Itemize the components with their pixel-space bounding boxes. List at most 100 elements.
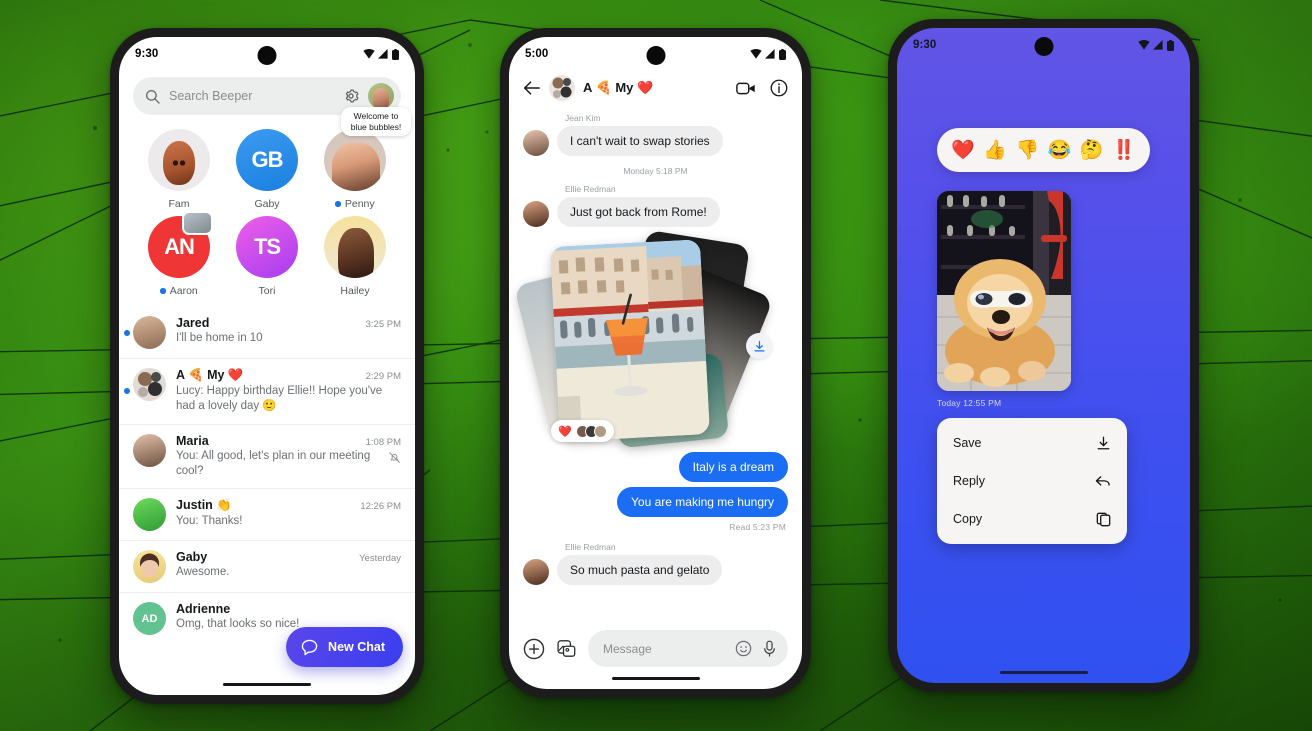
avatar: [133, 368, 166, 401]
wifi-icon: [750, 49, 762, 59]
pinned-chat-tori[interactable]: TS Tori: [223, 216, 311, 297]
pinned-label-text: Hailey: [340, 285, 370, 297]
pinned-chat-aaron[interactable]: AN Aaron: [135, 211, 223, 297]
reaction-thumbs-up[interactable]: 👍: [983, 141, 1007, 160]
avatar: [133, 550, 166, 584]
message-bubble-outgoing[interactable]: You are making me hungry: [617, 487, 788, 517]
list-item[interactable]: Justin 👏 12:26 PM You: Thanks!: [119, 488, 415, 540]
status-time: 9:30: [913, 39, 937, 51]
copy-icon: [1096, 512, 1111, 526]
pinned-label-text: Gaby: [254, 198, 280, 210]
back-arrow-icon[interactable]: [523, 80, 541, 96]
group-avatar[interactable]: [549, 75, 575, 101]
photo-attachment-group[interactable]: ❤️: [513, 229, 788, 449]
gear-icon[interactable]: [343, 88, 359, 104]
list-item[interactable]: A 🍕 My ❤️ 2:29 PM Lucy: Happy birthday E…: [119, 358, 415, 424]
middle-screen: 5:00 A 🍕 My ❤️ Jean Kim I can't wait to …: [509, 37, 802, 689]
message-bubble-incoming[interactable]: Just got back from Rome!: [557, 197, 720, 227]
list-item[interactable]: Gaby Yesterday Awesome.: [119, 540, 415, 592]
pinned-chat-gaby[interactable]: GB Gaby: [223, 129, 311, 210]
avatar: [148, 129, 210, 191]
chat-name: Maria: [176, 433, 209, 448]
cellular-signal-icon: [378, 49, 388, 59]
download-button[interactable]: [746, 333, 772, 359]
chat-name: Justin 👏: [176, 498, 232, 513]
avatar: TS: [236, 216, 298, 278]
message-placeholder[interactable]: Message: [603, 642, 725, 656]
group-avatar-icon: [552, 77, 572, 98]
pinned-label-text: Fam: [168, 198, 190, 210]
chat-time: 12:26 PM: [360, 501, 401, 513]
pinned-label: Tori: [259, 285, 276, 297]
avatar: [523, 201, 549, 227]
message-input[interactable]: Message: [588, 630, 788, 667]
camera-punch-hole: [646, 46, 665, 65]
avatar: [133, 433, 166, 467]
list-item-header: Maria 1:08 PM: [176, 434, 401, 448]
menu-item-label: Save: [953, 436, 982, 450]
message-bubble-incoming[interactable]: So much pasta and gelato: [557, 555, 723, 585]
list-item-header: Jared 3:25 PM: [176, 316, 401, 330]
battery-icon: [779, 48, 786, 60]
context-menu: Save Reply Copy: [937, 418, 1127, 544]
reaction-heart[interactable]: ❤️: [951, 141, 975, 160]
chat-name: Adrienne: [176, 602, 231, 617]
video-camera-icon[interactable]: [736, 81, 756, 96]
day-separator: Monday 5:18 PM: [623, 166, 688, 176]
menu-item-label: Copy: [953, 512, 983, 526]
avatar: [523, 559, 549, 585]
reaction-laughing[interactable]: 😂: [1048, 141, 1072, 160]
menu-item-save[interactable]: Save: [937, 424, 1127, 462]
home-indicator: [223, 682, 311, 686]
photo-artwork: [937, 191, 1071, 391]
chat-time: 2:29 PM: [365, 371, 401, 382]
message-sender: Ellie Redman: [565, 542, 616, 552]
reactor-avatar: [593, 424, 607, 438]
reaction-thinking[interactable]: 🤔: [1080, 141, 1104, 160]
avatar-initials: AD: [141, 612, 158, 625]
photo-badge-icon: [182, 211, 213, 235]
microphone-icon[interactable]: [762, 640, 777, 657]
read-receipt: Read 5:23 PM: [729, 522, 786, 532]
pinned-label-text: Penny: [344, 198, 375, 210]
menu-item-reply[interactable]: Reply: [937, 462, 1127, 500]
emoji-smiley-icon[interactable]: [735, 640, 752, 657]
chat-preview: Awesome.: [176, 565, 401, 580]
reaction-thumbs-down[interactable]: 👎: [1016, 141, 1040, 160]
chat-list: Jared 3:25 PM I'll be home in 10 A 🍕 My …: [119, 301, 415, 644]
search-input[interactable]: Search Beeper: [169, 89, 334, 103]
photo-card-front[interactable]: [550, 239, 710, 442]
message-bubble-incoming[interactable]: I can't wait to swap stories: [557, 126, 723, 156]
chat-preview-text: Lucy: Happy birthday Ellie!! Hope you've…: [176, 385, 383, 413]
welcome-tooltip: Welcome to blue bubbles!: [341, 107, 411, 137]
reaction-picker[interactable]: ❤️ 👍 👎 😂 🤔 ‼️: [937, 128, 1150, 172]
plus-circle-icon[interactable]: [523, 638, 545, 660]
list-item[interactable]: Jared 3:25 PM I'll be home in 10: [119, 307, 415, 358]
status-time: 9:30: [135, 48, 159, 60]
avatar: AD: [133, 602, 166, 636]
menu-item-copy[interactable]: Copy: [937, 500, 1127, 538]
chat-preview: You: Thanks!: [176, 514, 401, 529]
new-chat-label: New Chat: [328, 640, 385, 654]
list-item[interactable]: Maria 1:08 PM You: All good, let's plan …: [119, 423, 415, 489]
reaction-exclamation[interactable]: ‼️: [1112, 141, 1136, 160]
profile-avatar[interactable]: [368, 83, 394, 109]
list-item-body: Maria 1:08 PM You: All good, let's plan …: [176, 434, 401, 480]
message-reaction-badge[interactable]: ❤️: [551, 420, 614, 442]
new-chat-button[interactable]: New Chat: [286, 627, 403, 667]
camera-punch-hole: [257, 46, 277, 65]
conversation-title: A 🍕 My ❤️: [583, 80, 654, 95]
pinned-chat-fam[interactable]: Fam: [135, 129, 223, 210]
info-icon[interactable]: [770, 79, 788, 97]
gallery-icon[interactable]: [556, 638, 577, 659]
message-row: I can't wait to swap stories: [523, 126, 788, 156]
logo-text: AN: [164, 234, 195, 259]
pinned-chat-hailey[interactable]: Hailey: [311, 216, 399, 297]
status-icons: [363, 48, 399, 60]
chat-bubble-icon: [301, 639, 318, 655]
photo-attachment[interactable]: [937, 191, 1071, 391]
message-bubble-outgoing[interactable]: Italy is a dream: [678, 452, 788, 482]
reply-arrow-icon: [1095, 475, 1110, 486]
chat-time: Yesterday: [359, 553, 401, 565]
pinned-chat-penny[interactable]: Welcome to blue bubbles! Penny: [311, 107, 411, 210]
